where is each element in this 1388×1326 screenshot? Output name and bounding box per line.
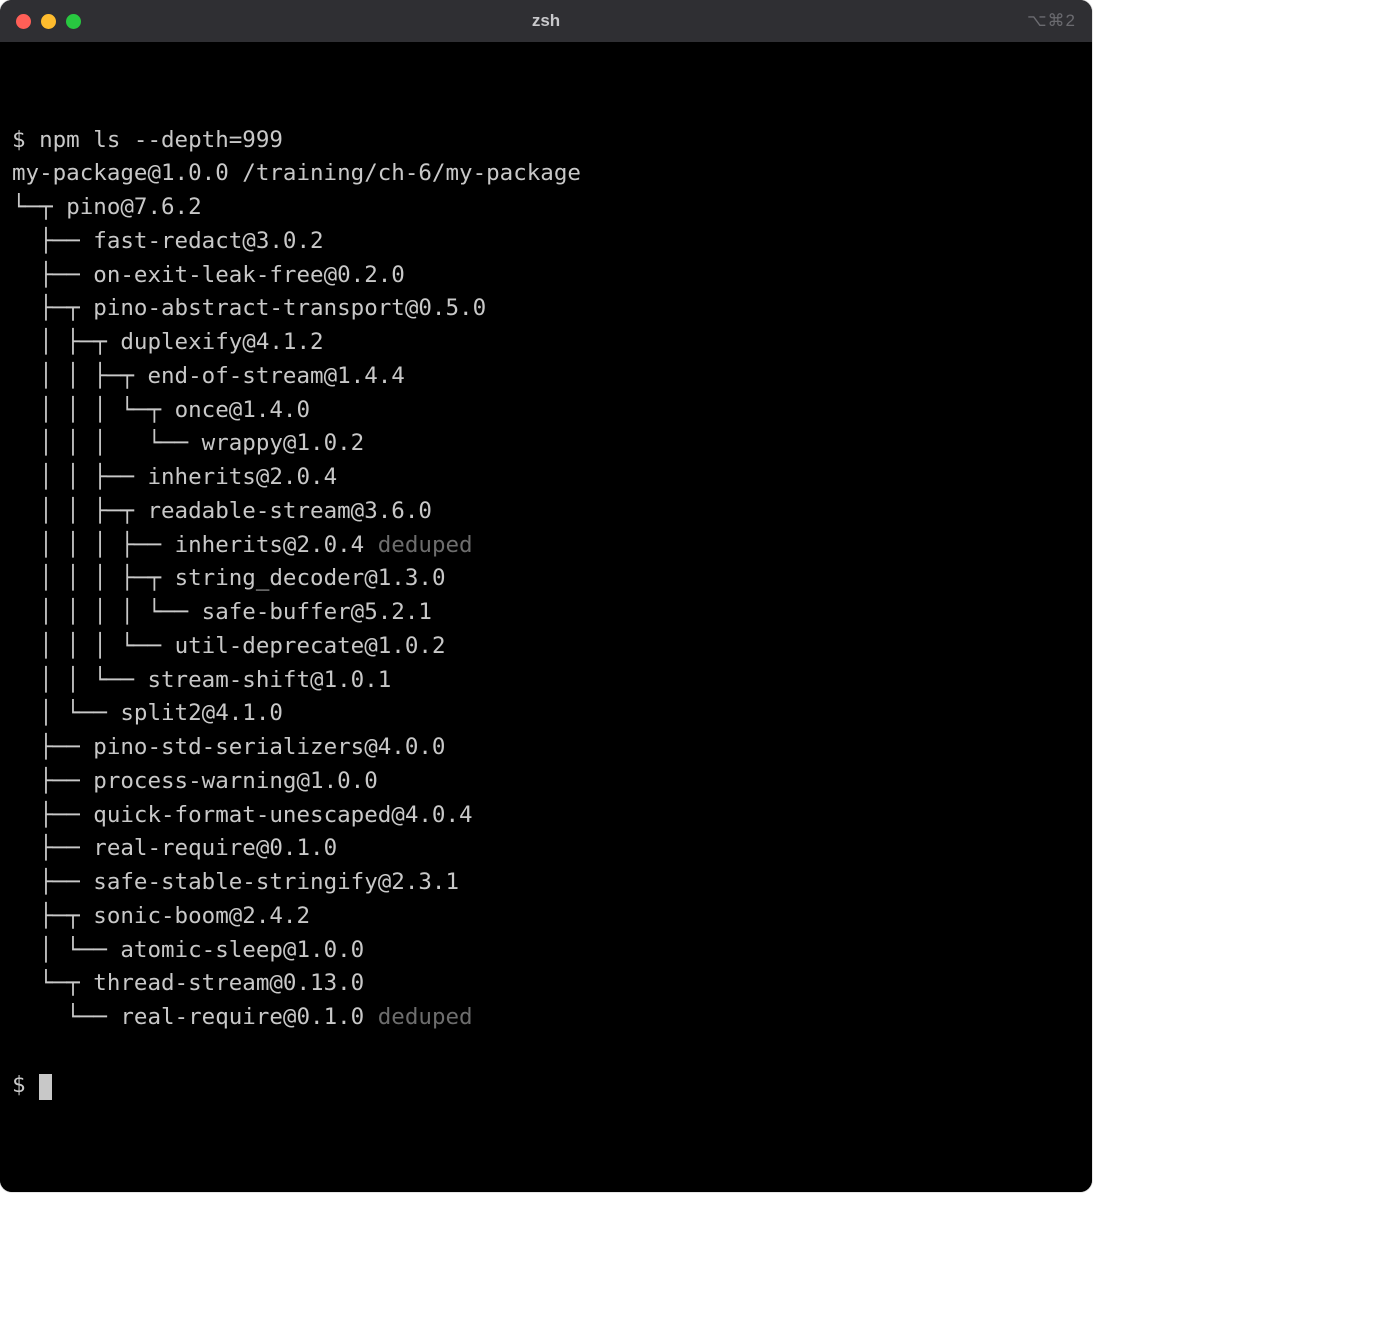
tree-prefix: └─┬ bbox=[12, 970, 93, 996]
pane-indicator: ⌥⌘2 bbox=[1027, 11, 1076, 31]
package-name: once@1.4.0 bbox=[175, 397, 310, 423]
tree-prefix: │ │ │ └── bbox=[12, 633, 175, 659]
tree-prefix: │ │ │ ├── bbox=[12, 532, 175, 558]
package-name: string_decoder@1.3.0 bbox=[175, 565, 446, 591]
tree-prefix: │ │ └── bbox=[12, 667, 147, 693]
root-package-line: my-package@1.0.0 /training/ch-6/my-packa… bbox=[12, 157, 1080, 191]
package-name: safe-stable-stringify@2.3.1 bbox=[93, 869, 459, 895]
tree-prefix: │ │ │ ├─┬ bbox=[12, 565, 175, 591]
package-name: sonic-boom@2.4.2 bbox=[93, 903, 310, 929]
tree-prefix: │ │ │ └─┬ bbox=[12, 397, 175, 423]
package-name: safe-buffer@5.2.1 bbox=[202, 599, 432, 625]
tree-prefix: │ │ ├── bbox=[12, 464, 147, 490]
tree-prefix: ├── bbox=[12, 262, 93, 288]
tree-line: ├── on-exit-leak-free@0.2.0 bbox=[12, 259, 1080, 293]
terminal-body[interactable]: $ npm ls --depth=999my-package@1.0.0 /tr… bbox=[0, 42, 1092, 1192]
tree-prefix: │ ├─┬ bbox=[12, 329, 120, 355]
tree-line: │ │ │ └── wrappy@1.0.2 bbox=[12, 427, 1080, 461]
prompt-idle: $ bbox=[12, 1069, 1080, 1103]
package-name: pino@7.6.2 bbox=[66, 194, 201, 220]
fullscreen-button[interactable] bbox=[66, 14, 81, 29]
deduped-label: deduped bbox=[378, 532, 473, 558]
package-name: split2@4.1.0 bbox=[120, 700, 283, 726]
tree-prefix: ├── bbox=[12, 802, 93, 828]
tree-line: │ │ │ └── util-deprecate@1.0.2 bbox=[12, 630, 1080, 664]
tree-prefix: │ │ ├─┬ bbox=[12, 498, 147, 524]
tree-line: ├── process-warning@1.0.0 bbox=[12, 765, 1080, 799]
tree-line: │ │ ├── inherits@2.0.4 bbox=[12, 461, 1080, 495]
tree-line: ├── pino-std-serializers@4.0.0 bbox=[12, 731, 1080, 765]
tree-prefix: │ │ ├─┬ bbox=[12, 363, 147, 389]
package-name: util-deprecate@1.0.2 bbox=[175, 633, 446, 659]
package-name: real-require@0.1.0 bbox=[93, 835, 337, 861]
tree-line: │ │ │ ├─┬ string_decoder@1.3.0 bbox=[12, 562, 1080, 596]
package-name: duplexify@4.1.2 bbox=[120, 329, 323, 355]
tree-line: │ └── split2@4.1.0 bbox=[12, 697, 1080, 731]
tree-line: │ │ │ ├── inherits@2.0.4 deduped bbox=[12, 529, 1080, 563]
tree-line: ├── real-require@0.1.0 bbox=[12, 832, 1080, 866]
tree-prefix: ├── bbox=[12, 768, 93, 794]
tree-prefix: ├─┬ bbox=[12, 903, 93, 929]
tree-prefix: │ └── bbox=[12, 700, 120, 726]
tree-prefix: ├── bbox=[12, 228, 93, 254]
package-name: pino-std-serializers@4.0.0 bbox=[93, 734, 445, 760]
command-line: $ npm ls --depth=999 bbox=[12, 124, 1080, 158]
package-name: wrappy@1.0.2 bbox=[202, 430, 365, 456]
close-button[interactable] bbox=[16, 14, 31, 29]
package-name: atomic-sleep@1.0.0 bbox=[120, 937, 364, 963]
tree-line: └─┬ thread-stream@0.13.0 bbox=[12, 967, 1080, 1001]
tree-line: ├─┬ sonic-boom@2.4.2 bbox=[12, 900, 1080, 934]
tree-line: └─┬ pino@7.6.2 bbox=[12, 191, 1080, 225]
prompt-symbol: $ bbox=[12, 127, 26, 153]
tree-line: │ │ ├─┬ end-of-stream@1.4.4 bbox=[12, 360, 1080, 394]
package-name: inherits@2.0.4 bbox=[147, 464, 337, 490]
titlebar: zsh ⌥⌘2 bbox=[0, 0, 1092, 42]
terminal-window: zsh ⌥⌘2 $ npm ls --depth=999my-package@1… bbox=[0, 0, 1092, 1192]
package-name: stream-shift@1.0.1 bbox=[147, 667, 391, 693]
cursor bbox=[39, 1074, 52, 1100]
tree-prefix: ├─┬ bbox=[12, 295, 93, 321]
tree-line: │ └── atomic-sleep@1.0.0 bbox=[12, 934, 1080, 968]
package-name: quick-format-unescaped@4.0.4 bbox=[93, 802, 472, 828]
tree-prefix: ├── bbox=[12, 734, 93, 760]
tree-line: └── real-require@0.1.0 deduped bbox=[12, 1001, 1080, 1035]
prompt-symbol: $ bbox=[12, 1072, 26, 1098]
tree-prefix: └─┬ bbox=[12, 194, 66, 220]
tree-prefix: └── bbox=[12, 1004, 120, 1030]
minimize-button[interactable] bbox=[41, 14, 56, 29]
tree-line: ├─┬ pino-abstract-transport@0.5.0 bbox=[12, 292, 1080, 326]
window-title: zsh bbox=[532, 11, 560, 31]
tree-prefix: ├── bbox=[12, 869, 93, 895]
command-text: npm ls --depth=999 bbox=[39, 127, 283, 153]
tree-line: │ │ └── stream-shift@1.0.1 bbox=[12, 664, 1080, 698]
package-name: on-exit-leak-free@0.2.0 bbox=[93, 262, 405, 288]
package-name: real-require@0.1.0 bbox=[120, 1004, 364, 1030]
tree-line: │ │ │ └─┬ once@1.4.0 bbox=[12, 394, 1080, 428]
package-name: fast-redact@3.0.2 bbox=[93, 228, 323, 254]
tree-line: ├── safe-stable-stringify@2.3.1 bbox=[12, 866, 1080, 900]
deduped-label: deduped bbox=[378, 1004, 473, 1030]
package-name: pino-abstract-transport@0.5.0 bbox=[93, 295, 486, 321]
tree-line: │ │ │ │ └── safe-buffer@5.2.1 bbox=[12, 596, 1080, 630]
package-name: thread-stream@0.13.0 bbox=[93, 970, 364, 996]
tree-line: │ ├─┬ duplexify@4.1.2 bbox=[12, 326, 1080, 360]
package-name: inherits@2.0.4 bbox=[175, 532, 365, 558]
tree-prefix: │ │ │ │ └── bbox=[12, 599, 202, 625]
package-name: end-of-stream@1.4.4 bbox=[147, 363, 404, 389]
package-name: process-warning@1.0.0 bbox=[93, 768, 377, 794]
tree-line: │ │ ├─┬ readable-stream@3.6.0 bbox=[12, 495, 1080, 529]
tree-prefix: │ │ │ └── bbox=[12, 430, 202, 456]
package-name: readable-stream@3.6.0 bbox=[147, 498, 431, 524]
tree-line: ├── quick-format-unescaped@4.0.4 bbox=[12, 799, 1080, 833]
traffic-lights bbox=[16, 14, 81, 29]
tree-prefix: ├── bbox=[12, 835, 93, 861]
tree-line: ├── fast-redact@3.0.2 bbox=[12, 225, 1080, 259]
tree-prefix: │ └── bbox=[12, 937, 120, 963]
